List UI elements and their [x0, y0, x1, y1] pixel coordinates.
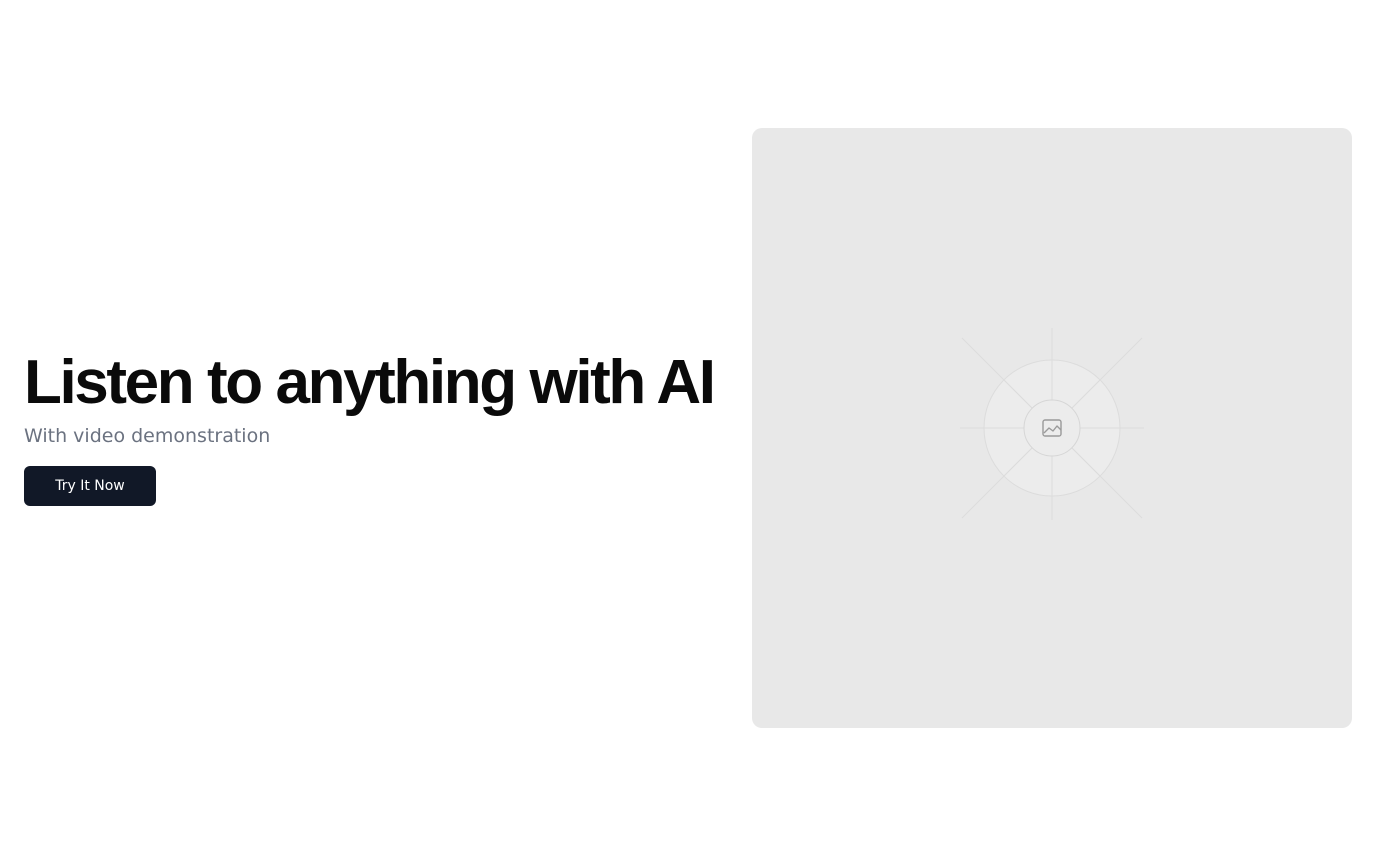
page: Listen to anything with AI With video de… — [0, 0, 1376, 856]
hero-headline: Listen to anything with AI — [24, 348, 716, 417]
hero-section: Listen to anything with AI With video de… — [24, 348, 724, 506]
placeholder-inner-ring — [1023, 399, 1081, 457]
placeholder-graphic — [960, 328, 1144, 520]
media-placeholder — [752, 128, 1352, 728]
hero-subtitle: With video demonstration — [24, 425, 271, 447]
try-it-now-button[interactable]: Try It Now — [24, 466, 156, 506]
